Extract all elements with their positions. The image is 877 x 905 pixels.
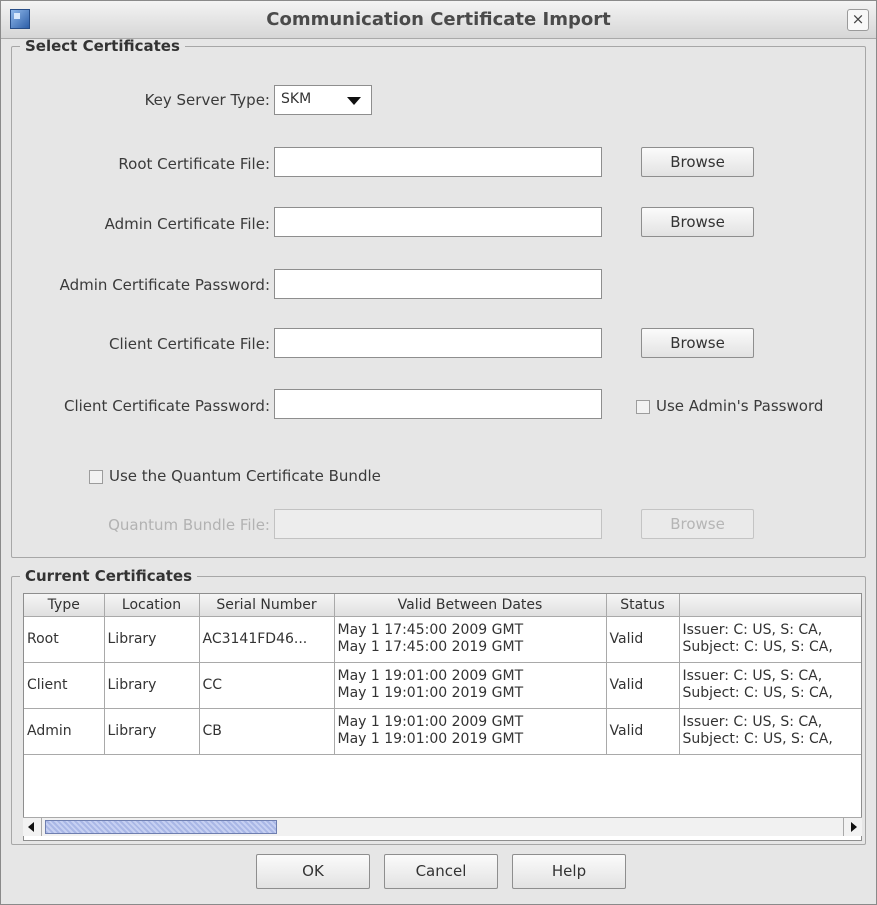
table-row[interactable]: Admin Library CB May 1 19:01:00 2009 GMT… (24, 707, 861, 755)
browse-quantum-button[interactable]: Browse (641, 509, 754, 539)
cell-details: Issuer: C: US, S: CA, Subject: C: US, S:… (678, 707, 861, 755)
certificates-table[interactable]: Type Location Serial Number Valid Betwee… (23, 593, 862, 841)
use-quantum-bundle-checkbox[interactable] (89, 470, 103, 484)
scroll-right-arrow-icon[interactable] (843, 818, 862, 836)
cell-status: Valid (605, 707, 680, 755)
scrollbar-thumb[interactable] (45, 820, 277, 834)
help-button[interactable]: Help (512, 854, 626, 889)
quantum-bundle-input[interactable] (275, 510, 601, 538)
quantum-bundle-label: Quantum Bundle File: (108, 516, 270, 534)
cell-serial: CC (198, 661, 335, 709)
use-quantum-bundle-label[interactable]: Use the Quantum Certificate Bundle (109, 467, 381, 485)
title-bar[interactable]: Communication Certificate Import × (1, 1, 876, 39)
cell-type: Admin (24, 707, 105, 755)
admin-password-label: Admin Certificate Password: (59, 276, 270, 294)
column-header-location[interactable]: Location (103, 594, 200, 617)
valid-to: May 1 17:45:00 2019 GMT (337, 639, 524, 655)
column-header-serial-number[interactable]: Serial Number (198, 594, 335, 617)
window-title: Communication Certificate Import (266, 9, 611, 30)
ok-button[interactable]: OK (256, 854, 370, 889)
use-admin-password-checkbox[interactable] (636, 400, 650, 414)
root-certificate-label: Root Certificate File: (118, 155, 270, 173)
column-header-valid-dates[interactable]: Valid Between Dates (333, 594, 607, 617)
close-button[interactable]: × (847, 9, 869, 31)
client-password-label: Client Certificate Password: (64, 397, 270, 415)
cell-type: Root (24, 615, 105, 663)
cell-location: Library (103, 707, 200, 755)
client-password-input[interactable] (275, 390, 601, 418)
root-certificate-input[interactable] (275, 148, 601, 176)
browse-admin-button[interactable]: Browse (641, 207, 754, 237)
subject-text: Subject: C: US, S: CA, (682, 639, 833, 655)
issuer-text: Issuer: C: US, S: CA, (682, 668, 823, 684)
admin-password-field[interactable] (274, 269, 602, 299)
cell-valid-dates: May 1 19:01:00 2009 GMT May 1 19:01:00 2… (333, 707, 607, 755)
column-header-type[interactable]: Type (24, 594, 105, 617)
cell-location: Library (103, 661, 200, 709)
valid-to: May 1 19:01:00 2019 GMT (337, 731, 524, 747)
chevron-down-icon (347, 97, 361, 105)
issuer-text: Issuer: C: US, S: CA, (682, 622, 823, 638)
key-server-type-select[interactable]: SKM (274, 85, 372, 115)
valid-from: May 1 17:45:00 2009 GMT (337, 622, 524, 638)
valid-from: May 1 19:01:00 2009 GMT (337, 714, 524, 730)
cell-status: Valid (605, 661, 680, 709)
valid-to: May 1 19:01:00 2019 GMT (337, 685, 524, 701)
cancel-button[interactable]: Cancel (384, 854, 498, 889)
use-admin-password-label[interactable]: Use Admin's Password (656, 397, 823, 415)
table-header-row: Type Location Serial Number Valid Betwee… (24, 594, 861, 617)
key-server-type-value: SKM (281, 91, 312, 107)
quantum-bundle-field[interactable] (274, 509, 602, 539)
cell-details: Issuer: C: US, S: CA, Subject: C: US, S:… (678, 661, 861, 709)
client-certificate-field[interactable] (274, 328, 602, 358)
subject-text: Subject: C: US, S: CA, (682, 731, 833, 747)
cell-type: Client (24, 661, 105, 709)
cell-valid-dates: May 1 17:45:00 2009 GMT May 1 17:45:00 2… (333, 615, 607, 663)
valid-from: May 1 19:01:00 2009 GMT (337, 668, 524, 684)
admin-certificate-input[interactable] (275, 208, 601, 236)
scroll-left-arrow-icon[interactable] (23, 818, 42, 836)
subject-text: Subject: C: US, S: CA, (682, 685, 833, 701)
browse-root-button[interactable]: Browse (641, 147, 754, 177)
horizontal-scrollbar[interactable] (23, 817, 862, 836)
admin-certificate-label: Admin Certificate File: (104, 215, 270, 233)
issuer-text: Issuer: C: US, S: CA, (682, 714, 823, 730)
certificates-grid[interactable]: Type Location Serial Number Valid Betwee… (24, 594, 861, 755)
key-server-type-label: Key Server Type: (144, 91, 270, 109)
cell-location: Library (103, 615, 200, 663)
cell-status: Valid (605, 615, 680, 663)
cell-serial: AC3141FD46... (198, 615, 335, 663)
root-certificate-field[interactable] (274, 147, 602, 177)
client-certificate-label: Client Certificate File: (108, 335, 270, 353)
admin-certificate-field[interactable] (274, 207, 602, 237)
cell-serial: CB (198, 707, 335, 755)
table-row[interactable]: Client Library CC May 1 19:01:00 2009 GM… (24, 661, 861, 709)
client-certificate-input[interactable] (275, 329, 601, 357)
client-password-field[interactable] (274, 389, 602, 419)
admin-password-input[interactable] (275, 270, 601, 298)
browse-client-button[interactable]: Browse (641, 328, 754, 358)
certificate-import-dialog: Communication Certificate Import × Selec… (0, 0, 877, 905)
current-certificates-legend: Current Certificates (25, 567, 193, 585)
table-row[interactable]: Root Library AC3141FD46... May 1 17:45:0… (24, 615, 861, 663)
cell-valid-dates: May 1 19:01:00 2009 GMT May 1 19:01:00 2… (333, 661, 607, 709)
select-certificates-legend: Select Certificates (25, 37, 180, 55)
cell-details: Issuer: C: US, S: CA, Subject: C: US, S:… (678, 615, 861, 663)
column-header-details[interactable] (678, 594, 861, 617)
column-header-status[interactable]: Status (605, 594, 680, 617)
